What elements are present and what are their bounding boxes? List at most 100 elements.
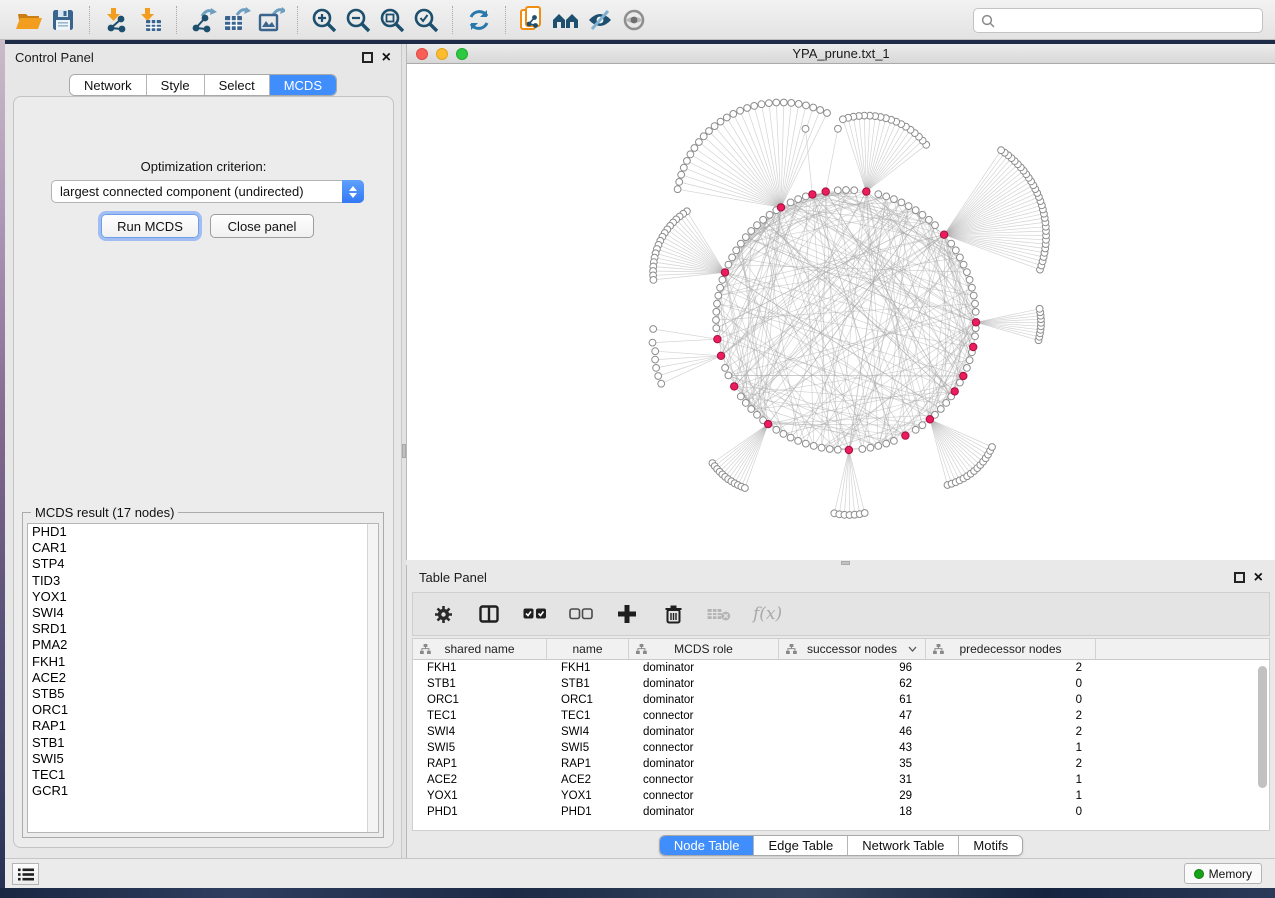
mcds-result-item[interactable]: STB1	[28, 735, 378, 751]
table-cell[interactable]: 2	[926, 662, 1096, 674]
table-cell[interactable]: ORC1	[413, 694, 547, 706]
tab-style[interactable]: Style	[147, 75, 205, 95]
table-cell[interactable]: 1	[926, 774, 1096, 786]
column-header-shared-name[interactable]: shared name	[413, 639, 547, 659]
mcds-result-item[interactable]: SRD1	[28, 621, 378, 637]
list-scrollbar-track[interactable]	[367, 524, 378, 832]
close-panel-button[interactable]: Close panel	[210, 214, 314, 238]
zoom-in-button[interactable]	[307, 4, 341, 36]
mcds-result-item[interactable]: SWI4	[28, 605, 378, 621]
close-window-icon[interactable]	[416, 48, 428, 60]
run-mcds-button[interactable]: Run MCDS	[101, 214, 199, 238]
column-header-successor-nodes[interactable]: successor nodes	[779, 639, 926, 659]
show-all-networks-button[interactable]	[549, 4, 583, 36]
export-table-button[interactable]	[220, 4, 254, 36]
table-cell[interactable]: 1	[926, 790, 1096, 802]
table-settings-button[interactable]	[431, 602, 455, 626]
table-row[interactable]: PHD1PHD1dominator180	[413, 804, 1269, 820]
show-hidden-button[interactable]	[617, 4, 651, 36]
table-cell[interactable]: 46	[779, 726, 926, 738]
select-all-button[interactable]	[523, 602, 547, 626]
table-row[interactable]: TEC1TEC1connector472	[413, 708, 1269, 724]
table-cell[interactable]: STB1	[413, 678, 547, 690]
mcds-result-item[interactable]: PHD1	[28, 524, 378, 540]
mcds-result-item[interactable]: STB5	[28, 686, 378, 702]
add-column-button[interactable]	[615, 602, 639, 626]
close-panel-icon[interactable]: ×	[1254, 572, 1263, 583]
table-cell[interactable]: 43	[779, 742, 926, 754]
maximize-window-icon[interactable]	[456, 48, 468, 60]
float-panel-icon[interactable]	[362, 52, 373, 63]
table-cell[interactable]: dominator	[629, 662, 779, 674]
table-cell[interactable]: connector	[629, 790, 779, 802]
column-header-predecessor-nodes[interactable]: predecessor nodes	[926, 639, 1096, 659]
tab-edge-table[interactable]: Edge Table	[754, 836, 848, 855]
mcds-result-item[interactable]: STP4	[28, 556, 378, 572]
import-network-button[interactable]	[99, 4, 133, 36]
hide-selected-button[interactable]	[583, 4, 617, 36]
memory-button[interactable]: Memory	[1184, 863, 1262, 884]
table-row[interactable]: SWI4SWI4dominator462	[413, 724, 1269, 740]
tab-network[interactable]: Network	[70, 75, 147, 95]
table-row[interactable]: STB1STB1dominator620	[413, 676, 1269, 692]
tab-node-table[interactable]: Node Table	[660, 836, 755, 855]
table-cell[interactable]: 0	[926, 694, 1096, 706]
delete-column-button[interactable]	[661, 602, 685, 626]
table-cell[interactable]: dominator	[629, 806, 779, 818]
mcds-result-item[interactable]: FKH1	[28, 654, 378, 670]
export-network-button[interactable]	[186, 4, 220, 36]
table-cell[interactable]: 0	[926, 678, 1096, 690]
table-row[interactable]: YOX1YOX1connector291	[413, 788, 1269, 804]
table-cell[interactable]: 1	[926, 742, 1096, 754]
network-graph[interactable]	[407, 64, 1275, 560]
mcds-result-item[interactable]: YOX1	[28, 589, 378, 605]
criterion-dropdown[interactable]: largest connected component (undirected)	[51, 180, 364, 203]
split-table-button[interactable]	[477, 602, 501, 626]
table-cell[interactable]: 0	[926, 806, 1096, 818]
mcds-result-item[interactable]: CAR1	[28, 540, 378, 556]
open-folder-button[interactable]	[12, 4, 46, 36]
search-input[interactable]	[1001, 14, 1255, 28]
tab-select[interactable]: Select	[205, 75, 270, 95]
save-session-button[interactable]	[46, 4, 80, 36]
table-scrollbar-thumb[interactable]	[1258, 666, 1267, 788]
mcds-result-item[interactable]: PMA2	[28, 637, 378, 653]
deselect-all-button[interactable]	[569, 602, 593, 626]
import-table-button[interactable]	[133, 4, 167, 36]
table-cell[interactable]: dominator	[629, 694, 779, 706]
column-header-MCDS-role[interactable]: MCDS role	[629, 639, 779, 659]
table-cell[interactable]: 18	[779, 806, 926, 818]
table-cell[interactable]: SWI5	[547, 742, 629, 754]
network-canvas[interactable]	[407, 64, 1275, 560]
mcds-result-item[interactable]: SWI5	[28, 751, 378, 767]
table-cell[interactable]: TEC1	[413, 710, 547, 722]
table-cell[interactable]: ACE2	[547, 774, 629, 786]
table-cell[interactable]: SWI4	[547, 726, 629, 738]
table-cell[interactable]: TEC1	[547, 710, 629, 722]
table-cell[interactable]: SWI5	[413, 742, 547, 754]
tab-motifs[interactable]: Motifs	[959, 836, 1022, 855]
mcds-result-item[interactable]: TID3	[28, 573, 378, 589]
table-cell[interactable]: 96	[779, 662, 926, 674]
table-cell[interactable]: 61	[779, 694, 926, 706]
float-panel-icon[interactable]	[1234, 572, 1245, 583]
apply-layout-button[interactable]	[462, 4, 496, 36]
table-cell[interactable]: ACE2	[413, 774, 547, 786]
table-cell[interactable]: STB1	[547, 678, 629, 690]
tab-mcds[interactable]: MCDS	[270, 75, 336, 95]
table-cell[interactable]: 47	[779, 710, 926, 722]
export-image-button[interactable]	[254, 4, 288, 36]
network-window-titlebar[interactable]: YPA_prune.txt_1	[407, 44, 1275, 64]
table-row[interactable]: SWI5SWI5connector431	[413, 740, 1269, 756]
search-box[interactable]	[973, 8, 1263, 33]
mcds-result-item[interactable]: RAP1	[28, 718, 378, 734]
table-cell[interactable]: connector	[629, 710, 779, 722]
table-cell[interactable]: FKH1	[547, 662, 629, 674]
table-cell[interactable]: SWI4	[413, 726, 547, 738]
table-cell[interactable]: dominator	[629, 758, 779, 770]
mcds-result-item[interactable]: ACE2	[28, 670, 378, 686]
mcds-result-item[interactable]: ORC1	[28, 702, 378, 718]
tab-network-table[interactable]: Network Table	[848, 836, 959, 855]
mcds-result-list[interactable]: PHD1CAR1STP4TID3YOX1SWI4SRD1PMA2FKH1ACE2…	[27, 523, 379, 833]
mcds-result-item[interactable]: TEC1	[28, 767, 378, 783]
